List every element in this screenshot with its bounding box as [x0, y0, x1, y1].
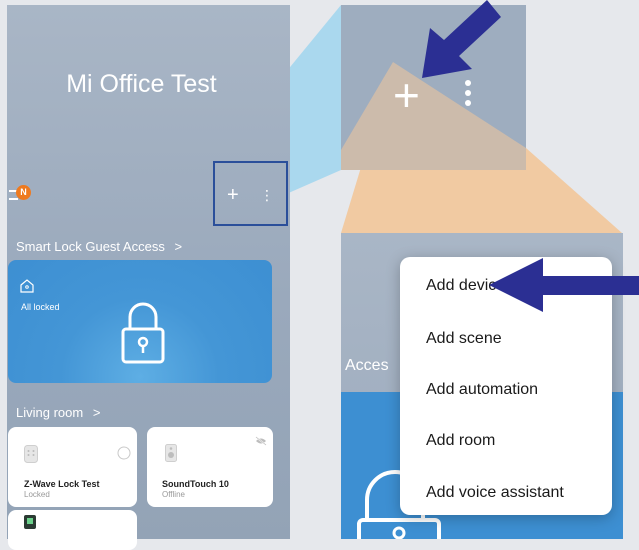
- arrow-icon: [422, 0, 639, 312]
- arrow-to-add-device: [489, 258, 639, 312]
- arrow-to-plus: [422, 0, 501, 78]
